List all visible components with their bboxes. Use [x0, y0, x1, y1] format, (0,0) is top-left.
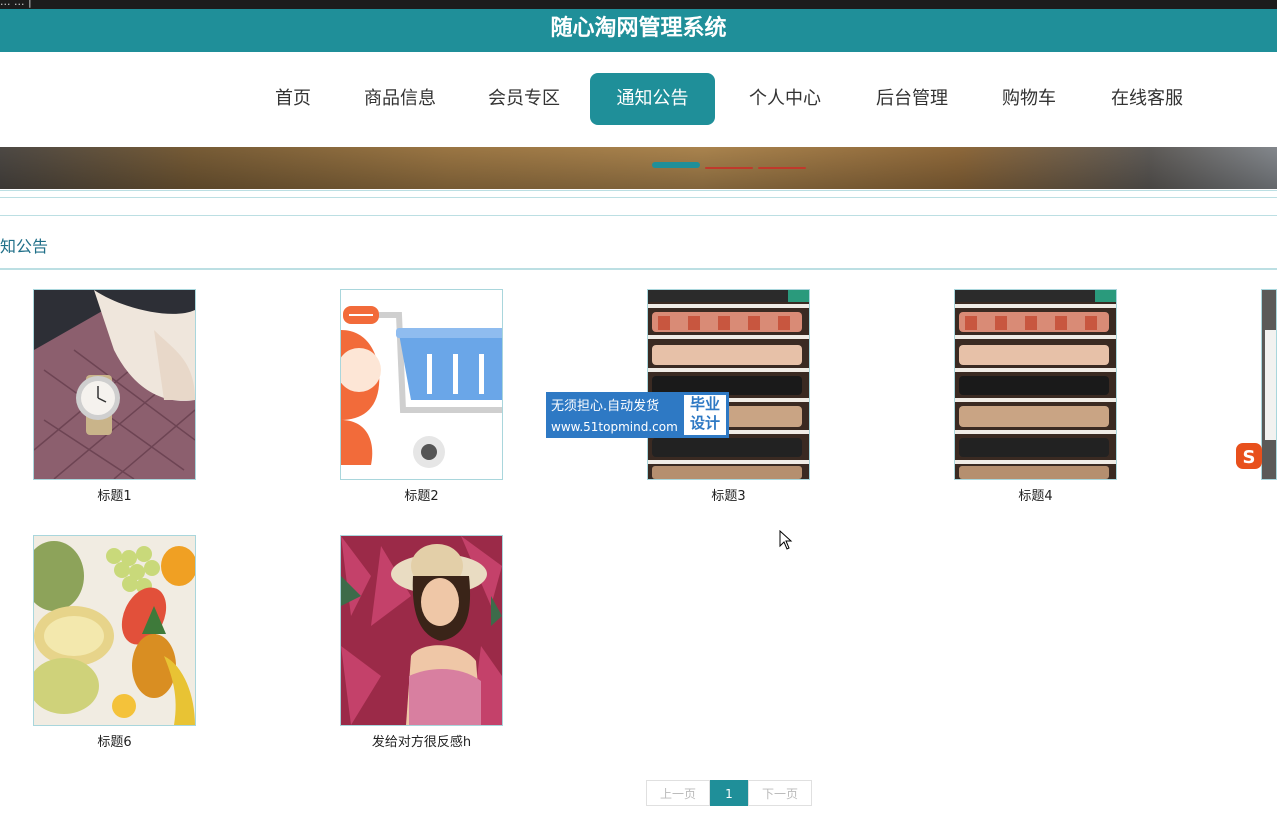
notice-image-woman[interactable]: [340, 535, 503, 726]
pagination-current-page[interactable]: 1: [710, 780, 748, 806]
mouse-cursor-icon: [779, 529, 793, 554]
section-title: 知公告: [0, 237, 49, 256]
divider: [0, 215, 1277, 216]
notice-card[interactable]: 标题6: [33, 535, 196, 750]
top-strip-text: ... ... |: [0, 0, 32, 8]
notice-caption[interactable]: 标题6: [33, 731, 196, 750]
notice-card[interactable]: 发给对方很反感h: [340, 535, 503, 750]
notice-caption[interactable]: 发给对方很反感h: [340, 731, 503, 750]
browser-top-strip: ... ... |: [0, 0, 1277, 9]
notice-caption[interactable]: 标题2: [340, 485, 503, 504]
notice-caption[interactable]: 标题3: [647, 485, 810, 504]
banner-image: [0, 147, 1277, 189]
pagination-prev[interactable]: 上一页: [646, 780, 710, 806]
nav-admin[interactable]: 后台管理: [866, 73, 958, 125]
svg-text:S: S: [1243, 447, 1256, 468]
notice-image-watch[interactable]: [33, 289, 196, 480]
pagination-next[interactable]: 下一页: [748, 780, 812, 806]
divider: [0, 268, 1277, 270]
main-nav: 首页 商品信息 会员专区 通知公告 个人中心 后台管理 购物车 在线客服: [0, 52, 1277, 147]
nav-personal-center[interactable]: 个人中心: [739, 73, 831, 125]
site-title: 随心淘网管理系统: [0, 9, 1277, 52]
notice-card[interactable]: 标题4: [954, 289, 1117, 504]
notice-image-shoes[interactable]: [647, 289, 810, 480]
notice-caption[interactable]: 标题1: [33, 485, 196, 504]
divider: [0, 197, 1277, 198]
nav-notices[interactable]: 通知公告: [590, 73, 715, 125]
banner-carousel: [0, 147, 1277, 189]
watermark-banner: 无须担心.自动发货 www.51topmind.com 毕业 设计: [546, 392, 729, 438]
notice-image-fruit[interactable]: [33, 535, 196, 726]
nav-products[interactable]: 商品信息: [354, 73, 446, 125]
nav-online-service[interactable]: 在线客服: [1101, 73, 1193, 125]
divider: [0, 190, 1277, 191]
notice-caption[interactable]: 标题4: [954, 485, 1117, 504]
sogou-ime-icon[interactable]: S: [1236, 441, 1266, 471]
nav-home[interactable]: 首页: [265, 73, 321, 125]
watermark-badge: 毕业 设计: [684, 395, 726, 435]
carousel-dot[interactable]: [758, 167, 806, 169]
carousel-dot[interactable]: [705, 167, 753, 169]
nav-members[interactable]: 会员专区: [478, 73, 570, 125]
watermark-url: www.51topmind.com: [551, 420, 678, 434]
notice-image-cart[interactable]: [340, 289, 503, 480]
notice-card[interactable]: 标题1: [33, 289, 196, 504]
notice-image-shoes[interactable]: [954, 289, 1117, 480]
nav-cart[interactable]: 购物车: [993, 73, 1065, 125]
carousel-dot-active[interactable]: [652, 162, 700, 168]
notice-card[interactable]: 标题2: [340, 289, 503, 504]
watermark-slogan: 无须担心.自动发货: [551, 399, 660, 414]
